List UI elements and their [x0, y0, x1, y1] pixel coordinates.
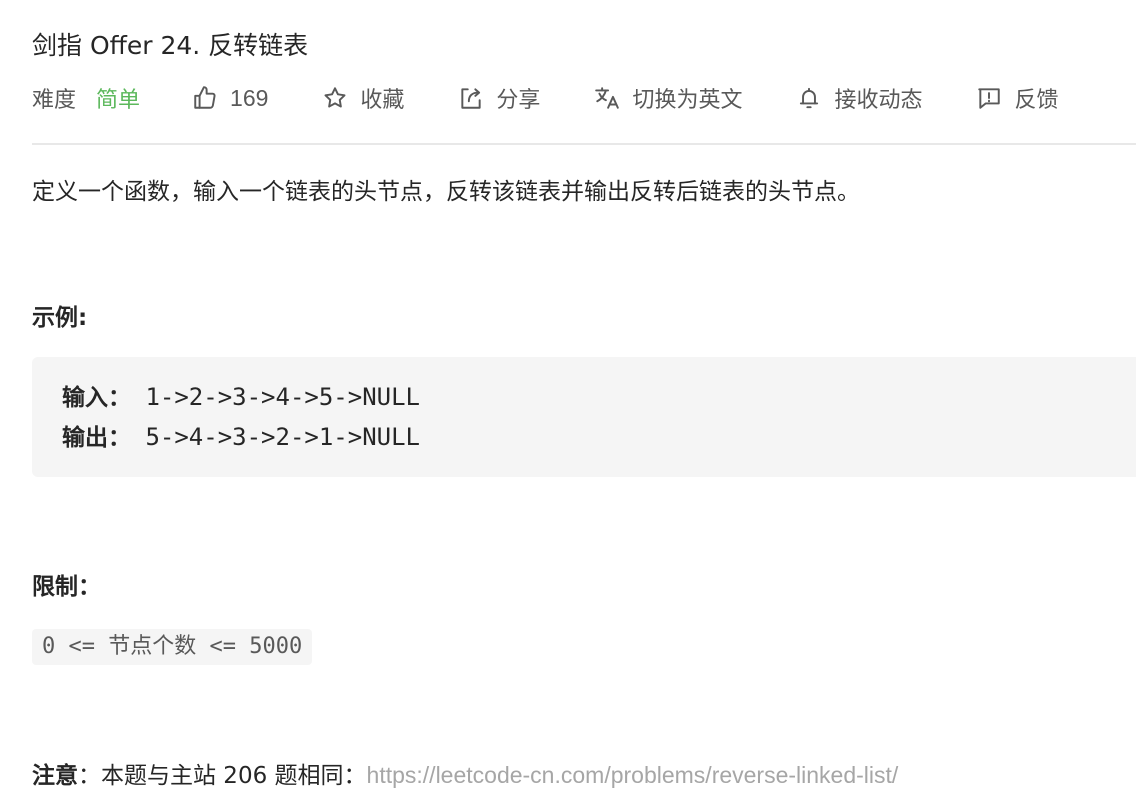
feedback-icon: [976, 85, 1002, 111]
favorite-label: 收藏: [360, 88, 405, 113]
share-label: 分享: [496, 88, 541, 113]
switch-language-label: 切换为英文: [632, 88, 743, 113]
example-code-block: 输入： 1->2->3->4->5->NULL 输出： 5->4->3->2->…: [32, 357, 1136, 477]
example-output-value: 5->4->3->2->1->NULL: [131, 423, 420, 451]
reverse-linked-list-link[interactable]: https://leetcode-cn.com/problems/reverse…: [367, 762, 899, 788]
feedback-button[interactable]: 反馈: [976, 82, 1058, 114]
problem-description: 定义一个函数，输入一个链表的头节点，反转该链表并输出反转后链表的头节点。: [32, 179, 860, 205]
example-output-label: 输出：: [62, 425, 131, 451]
example-output-line: 输出： 5->4->3->2->1->NULL: [62, 417, 1136, 457]
problem-meta-bar: 难度 简单 169 收藏 分享 切换为英文 接收动态 反馈: [32, 80, 1058, 116]
like-button[interactable]: 169: [192, 85, 268, 112]
limits-heading: 限制：: [32, 574, 101, 600]
switch-language-button[interactable]: 切换为英文: [594, 82, 742, 114]
header-divider: [32, 143, 1136, 145]
note-label: 注意: [32, 763, 78, 789]
example-input-value: 1->2->3->4->5->NULL: [131, 383, 420, 411]
note-paragraph: 注意：本题与主站 206 题相同：https://leetcode-cn.com…: [32, 756, 898, 790]
feedback-label: 反馈: [1014, 88, 1059, 113]
star-icon: [322, 85, 348, 111]
share-icon: [458, 85, 484, 111]
constraint-code: 0 <= 节点个数 <= 5000: [32, 629, 313, 665]
subscribe-button[interactable]: 接收动态: [796, 82, 922, 114]
favorite-button[interactable]: 收藏: [322, 82, 404, 114]
example-input-label: 输入：: [62, 385, 131, 411]
example-heading: 示例:: [32, 305, 88, 331]
translate-icon: [594, 85, 620, 111]
subscribe-label: 接收动态: [834, 88, 923, 113]
difficulty-label: 难度: [32, 88, 77, 113]
like-count: 169: [230, 84, 269, 111]
share-button[interactable]: 分享: [458, 82, 540, 114]
example-input-line: 输入： 1->2->3->4->5->NULL: [62, 377, 1136, 417]
difficulty-badge: 简单: [96, 88, 141, 113]
thumbs-up-icon: [192, 85, 218, 111]
note-text: ：本题与主站 206 题相同：: [78, 763, 367, 789]
bell-icon: [796, 85, 822, 111]
problem-title: 剑指 Offer 24. 反转链表: [32, 31, 309, 60]
